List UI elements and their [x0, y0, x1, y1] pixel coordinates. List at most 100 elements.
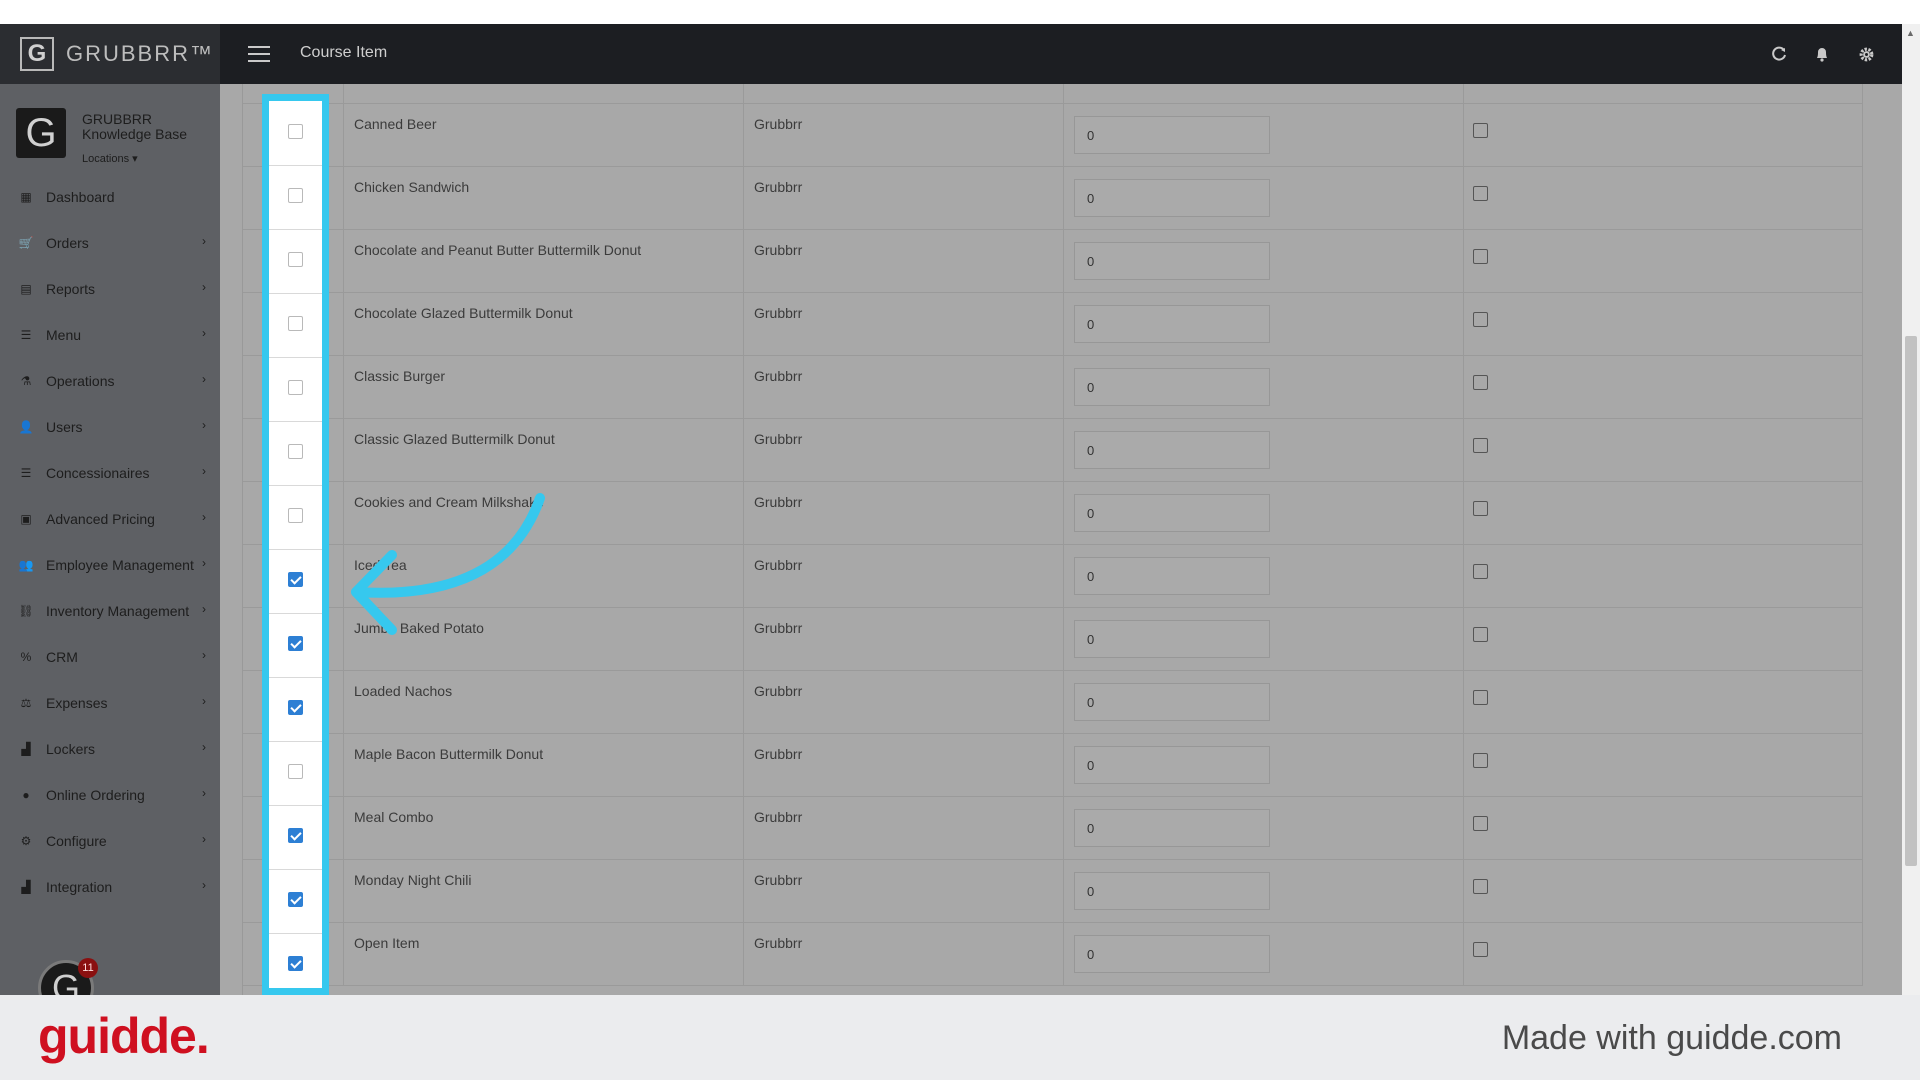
select-row-checkbox[interactable]	[288, 188, 303, 203]
item-value-input[interactable]	[1074, 242, 1270, 280]
item-option-checkbox[interactable]	[1473, 123, 1488, 138]
item-vendor: Grubbrr	[754, 305, 803, 321]
select-row-checkbox[interactable]	[288, 252, 303, 267]
sidebar-item-crm[interactable]: % CRM ›	[0, 634, 220, 680]
gear-icon[interactable]	[1854, 42, 1878, 66]
item-value-input[interactable]	[1074, 116, 1270, 154]
sidebar-item-concessionaires[interactable]: ☰ Concessionaires ›	[0, 450, 220, 496]
sidebar-item-menu[interactable]: ☰ Menu ›	[0, 312, 220, 358]
made-with-text[interactable]: Made with guidde.com	[1502, 1019, 1842, 1058]
item-option-checkbox[interactable]	[1473, 942, 1488, 957]
item-option-checkbox[interactable]	[1473, 438, 1488, 453]
bell-icon[interactable]	[1810, 42, 1834, 66]
item-option-checkbox[interactable]	[1473, 627, 1488, 642]
sidebar-item-inventory-management[interactable]: ⛓ Inventory Management ›	[0, 588, 220, 634]
table-row: Meal Combo Grubbrr	[243, 797, 1863, 860]
locations-dropdown[interactable]: Locations ▾	[82, 152, 138, 165]
scroll-thumb[interactable]	[1905, 336, 1917, 866]
sidebar-item-label: Expenses	[46, 695, 108, 711]
company-logo-icon: G	[16, 108, 66, 158]
item-vendor: Grubbrr	[754, 872, 803, 888]
chevron-right-icon: ›	[202, 740, 206, 754]
flask-icon: ⚗	[20, 374, 32, 388]
item-name: Loaded Nachos	[354, 683, 453, 699]
sidebar-item-online-ordering[interactable]: ● Online Ordering ›	[0, 772, 220, 818]
sidebar-item-reports[interactable]: ▤ Reports ›	[0, 266, 220, 312]
select-cell	[269, 935, 322, 988]
course-item-table: Canned Beer Grubbrr Chicken Sandwich Grubbr…	[243, 84, 1863, 986]
select-row-checkbox[interactable]	[288, 892, 303, 907]
item-value-input[interactable]	[1074, 809, 1270, 847]
item-name: Iced Tea	[354, 557, 407, 573]
item-vendor: Grubbrr	[754, 116, 803, 132]
item-value-input[interactable]	[1074, 557, 1270, 595]
item-value-input[interactable]	[1074, 872, 1270, 910]
select-row-checkbox[interactable]	[288, 508, 303, 523]
hamburger-menu-icon[interactable]	[248, 46, 270, 62]
select-row-checkbox[interactable]	[288, 316, 303, 331]
item-option-checkbox[interactable]	[1473, 753, 1488, 768]
sidebar-item-employee-management[interactable]: 👥 Employee Management ›	[0, 542, 220, 588]
select-row-checkbox[interactable]	[288, 124, 303, 139]
item-option-checkbox[interactable]	[1473, 501, 1488, 516]
sidebar-item-integration[interactable]: ▟ Integration ›	[0, 864, 220, 910]
item-option-checkbox[interactable]	[1473, 879, 1488, 894]
scroll-up-arrow-icon[interactable]: ▲	[1906, 28, 1915, 38]
item-value-input[interactable]	[1074, 305, 1270, 343]
table-row-partial	[243, 84, 1863, 104]
sidebar-item-label: Online Ordering	[46, 787, 145, 803]
sidebar-item-label: Reports	[46, 281, 96, 297]
item-value-input[interactable]	[1074, 620, 1270, 658]
item-value-input[interactable]	[1074, 683, 1270, 721]
sidebar-item-advanced-pricing[interactable]: ▣ Advanced Pricing ›	[0, 496, 220, 542]
select-row-checkbox[interactable]	[288, 764, 303, 779]
chevron-right-icon: ›	[202, 556, 206, 570]
item-value-input[interactable]	[1074, 368, 1270, 406]
item-option-checkbox[interactable]	[1473, 312, 1488, 327]
sidebar-item-label: Configure	[46, 833, 107, 849]
chevron-right-icon: ›	[202, 786, 206, 800]
group-icon: 👥	[18, 558, 34, 572]
sidebar-item-users[interactable]: 👤 Users ›	[0, 404, 220, 450]
sidebar-item-orders[interactable]: 🛒 Orders ›	[0, 220, 220, 266]
select-row-checkbox[interactable]	[288, 636, 303, 651]
item-option-checkbox[interactable]	[1473, 249, 1488, 264]
select-row-checkbox[interactable]	[288, 444, 303, 459]
item-vendor: Grubbrr	[754, 809, 803, 825]
guidde-logo[interactable]: guidde.	[38, 1007, 210, 1065]
table-row: Classic Burger Grubbrr	[243, 356, 1863, 419]
item-option-checkbox[interactable]	[1473, 816, 1488, 831]
item-value-input[interactable]	[1074, 494, 1270, 532]
item-option-checkbox[interactable]	[1473, 375, 1488, 390]
select-row-checkbox[interactable]	[288, 956, 303, 971]
sidebar-item-label: Advanced Pricing	[46, 511, 155, 527]
page-title: Course Item	[300, 44, 388, 61]
sidebar-item-label: Integration	[46, 879, 113, 895]
link-icon: %	[20, 650, 32, 664]
menu-list-icon: ☰	[20, 328, 32, 342]
sitemap-icon: ⛓	[18, 604, 34, 618]
sidebar-item-operations[interactable]: ⚗ Operations ›	[0, 358, 220, 404]
item-value-input[interactable]	[1074, 431, 1270, 469]
item-vendor: Grubbrr	[754, 620, 803, 636]
select-row-checkbox[interactable]	[288, 700, 303, 715]
select-row-checkbox[interactable]	[288, 380, 303, 395]
chevron-right-icon: ›	[202, 510, 206, 524]
item-option-checkbox[interactable]	[1473, 690, 1488, 705]
sidebar-item-dashboard[interactable]: ▦ Dashboard	[0, 174, 220, 220]
select-row-checkbox[interactable]	[288, 828, 303, 843]
item-option-checkbox[interactable]	[1473, 186, 1488, 201]
sidebar-item-expenses[interactable]: ⚖ Expenses ›	[0, 680, 220, 726]
select-cell	[269, 423, 322, 486]
sidebar-item-lockers[interactable]: ▟ Lockers ›	[0, 726, 220, 772]
item-value-input[interactable]	[1074, 179, 1270, 217]
sidebar-item-configure[interactable]: ⚙ Configure ›	[0, 818, 220, 864]
item-option-checkbox[interactable]	[1473, 564, 1488, 579]
item-name: Classic Glazed Buttermilk Donut	[354, 431, 555, 447]
brand[interactable]: G GRUBBRR™	[0, 24, 220, 84]
select-row-checkbox[interactable]	[288, 572, 303, 587]
refresh-icon[interactable]	[1767, 42, 1791, 66]
vertical-scrollbar[interactable]: ▲	[1902, 24, 1920, 995]
item-value-input[interactable]	[1074, 746, 1270, 784]
item-value-input[interactable]	[1074, 935, 1270, 973]
